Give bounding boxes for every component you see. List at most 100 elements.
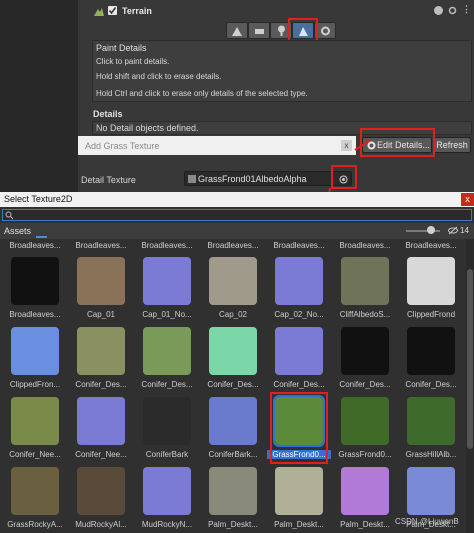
asset-item[interactable]: Conifer_Des... xyxy=(201,327,265,395)
texture-thumbnail xyxy=(11,397,59,445)
asset-item[interactable]: CliffAlbedoS... xyxy=(333,257,397,325)
watermark: CSDN @LiuwenB xyxy=(395,517,459,526)
asset-label: Broadleaves... xyxy=(273,241,325,250)
texture-thumbnail xyxy=(143,397,191,445)
texture-thumbnail xyxy=(77,257,125,305)
asset-item[interactable]: Conifer_Des... xyxy=(399,327,463,395)
asset-label: Conifer_Des... xyxy=(273,380,325,389)
texture-thumbnail xyxy=(77,327,125,375)
texture-thumbnail xyxy=(11,257,59,305)
texture-thumbnail xyxy=(209,467,257,515)
asset-label: Palm_Deskt... xyxy=(340,520,390,529)
asset-item[interactable]: Conifer_Des... xyxy=(333,327,397,395)
texture-thumbnail xyxy=(11,467,59,515)
texture-thumbnail xyxy=(209,397,257,445)
asset-label: Broadleaves... xyxy=(141,241,193,250)
tab-bar: Assets 14 xyxy=(0,223,474,239)
tab-assets[interactable]: Assets xyxy=(4,226,31,236)
asset-item[interactable]: Broadleaves... xyxy=(3,257,67,325)
selected-asset-highlight xyxy=(270,392,328,464)
asset-label: CliffAlbedoS... xyxy=(339,310,391,319)
asset-label: MudRockyAl... xyxy=(75,520,127,529)
asset-item[interactable]: GrassHillAlb... xyxy=(399,397,463,465)
asset-item[interactable]: GrassFrond0... xyxy=(333,397,397,465)
zoom-slider-handle[interactable] xyxy=(427,226,435,234)
texture-thumbnail xyxy=(275,257,323,305)
asset-item[interactable]: Cap_02_No... xyxy=(267,257,331,325)
search-input[interactable] xyxy=(2,209,472,221)
asset-label: Palm_Deskt... xyxy=(274,520,324,529)
asset-label: Palm_Deskt... xyxy=(208,520,258,529)
texture-thumbnail xyxy=(341,467,389,515)
dialog-title: Select Texture2D xyxy=(4,194,73,204)
tab-underline xyxy=(36,236,47,238)
texture-thumbnail xyxy=(209,257,257,305)
asset-label: Cap_01 xyxy=(86,310,116,319)
asset-label: Broadleaves... xyxy=(9,310,61,319)
asset-label: ClippedFrond xyxy=(406,310,456,319)
scrollbar[interactable] xyxy=(466,239,474,533)
scrollbar-thumb[interactable] xyxy=(467,269,473,449)
asset-label: GrassHillAlb... xyxy=(405,450,457,459)
texture-thumbnail xyxy=(407,257,455,305)
asset-item[interactable]: Conifer_Des... xyxy=(135,327,199,395)
texture-thumbnail xyxy=(77,467,125,515)
arrow-to-edit-details xyxy=(354,139,371,151)
texture-thumbnail xyxy=(209,327,257,375)
texture-thumbnail xyxy=(407,467,455,515)
asset-label: Conifer_Des... xyxy=(141,380,193,389)
asset-label: Conifer_Nee... xyxy=(9,450,61,459)
asset-label: MudRockyN... xyxy=(141,520,193,529)
asset-item[interactable]: Conifer_Des... xyxy=(69,327,133,395)
asset-label: Cap_02 xyxy=(218,310,248,319)
asset-label: Conifer_Des... xyxy=(75,380,127,389)
asset-item[interactable]: ConiferBark xyxy=(135,397,199,465)
texture-thumbnail xyxy=(341,257,389,305)
asset-label: Conifer_Des... xyxy=(339,380,391,389)
asset-item[interactable]: ClippedFron... xyxy=(3,327,67,395)
search-icon xyxy=(5,211,14,220)
select-texture-dialog: Select Texture2D x Assets 14 Broadleaves… xyxy=(0,192,474,533)
asset-label: Broadleaves... xyxy=(207,241,259,250)
asset-item[interactable]: Palm_Deskt... xyxy=(201,467,265,533)
asset-item[interactable]: MudRockyAl... xyxy=(69,467,133,533)
hidden-eye-icon[interactable] xyxy=(448,226,458,235)
asset-item[interactable]: Cap_01 xyxy=(69,257,133,325)
asset-item[interactable]: Palm_Deskt... xyxy=(333,467,397,533)
asset-item[interactable]: GrassRockyA... xyxy=(3,467,67,533)
asset-label: Broadleaves... xyxy=(75,241,127,250)
texture-thumbnail xyxy=(11,327,59,375)
texture-thumbnail xyxy=(407,397,455,445)
asset-label: Cap_01_No... xyxy=(142,310,192,319)
asset-label: ConiferBark... xyxy=(208,450,258,459)
asset-label: Broadleaves... xyxy=(339,241,391,250)
texture-thumbnail xyxy=(143,327,191,375)
dialog-close-button[interactable]: x xyxy=(461,193,474,206)
asset-label: Conifer_Nee... xyxy=(75,450,127,459)
texture-thumbnail xyxy=(341,397,389,445)
hidden-count-badge: 14 xyxy=(460,226,469,235)
asset-item[interactable]: ClippedFrond xyxy=(399,257,463,325)
asset-item[interactable]: Cap_01_No... xyxy=(135,257,199,325)
asset-label: Broadleaves... xyxy=(9,241,61,250)
asset-label: Broadleaves... xyxy=(405,241,457,250)
texture-thumbnail xyxy=(275,467,323,515)
asset-item[interactable]: Conifer_Nee... xyxy=(3,397,67,465)
texture-thumbnail xyxy=(407,327,455,375)
asset-item[interactable]: Conifer_Des... xyxy=(267,327,331,395)
asset-item[interactable]: ConiferBark... xyxy=(201,397,265,465)
asset-item[interactable]: MudRockyN... xyxy=(135,467,199,533)
asset-item[interactable]: Conifer_Nee... xyxy=(69,397,133,465)
texture-thumbnail xyxy=(275,327,323,375)
asset-item[interactable]: Palm_Deskt... xyxy=(267,467,331,533)
texture-thumbnail xyxy=(341,327,389,375)
asset-label: Conifer_Des... xyxy=(405,380,457,389)
asset-label: Conifer_Des... xyxy=(207,380,259,389)
asset-label: GrassFrond0... xyxy=(338,450,392,459)
asset-label: Cap_02_No... xyxy=(274,310,324,319)
asset-item[interactable]: Cap_02 xyxy=(201,257,265,325)
asset-label: ClippedFron... xyxy=(9,380,61,389)
texture-thumbnail xyxy=(77,397,125,445)
dialog-titlebar: Select Texture2D x xyxy=(0,192,474,207)
asset-grid: Broadleaves... Broadleaves... Broadleaves.… xyxy=(0,239,470,533)
